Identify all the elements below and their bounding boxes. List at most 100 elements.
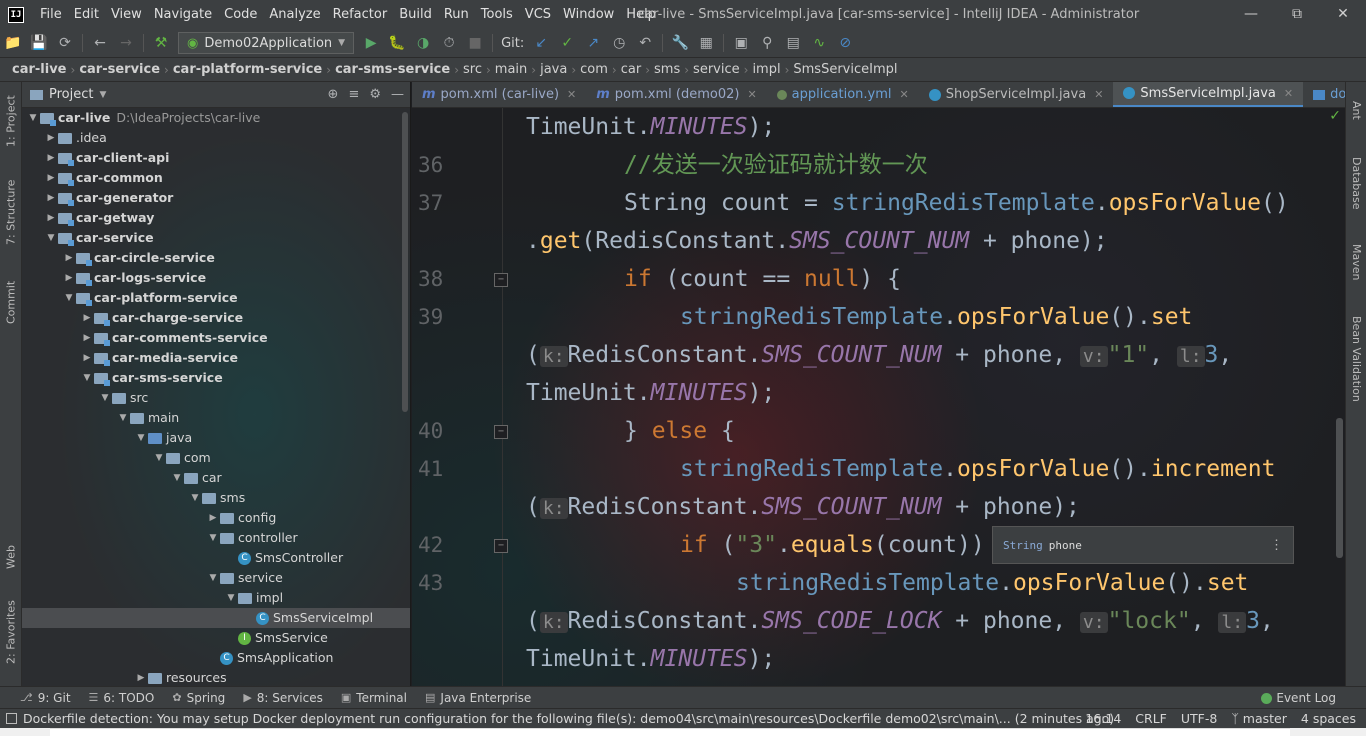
collapsed-arrow-icon[interactable]: ▶ — [80, 328, 94, 348]
status-message[interactable]: Dockerfile detection: You may setup Dock… — [23, 711, 1114, 726]
hide-icon[interactable]: — — [391, 82, 404, 108]
tool-window-button[interactable]: ☰ 6: TODO — [89, 691, 155, 705]
tree-item[interactable]: ▶ car-generator — [22, 188, 410, 208]
expanded-arrow-icon[interactable]: ▼ — [224, 588, 238, 608]
editor-tab[interactable]: SmsServiceImpl.java ✕ — [1113, 82, 1304, 107]
profile-icon[interactable]: ⏱ — [438, 32, 460, 54]
fold-marker-icon[interactable]: − — [494, 273, 508, 287]
stop-icon[interactable]: ■ — [464, 32, 486, 54]
tree-item[interactable]: ▶ car-comments-service — [22, 328, 410, 348]
coverage-icon[interactable]: ◑ — [412, 32, 434, 54]
git-update-icon[interactable]: ↙ — [530, 32, 552, 54]
settings-wrench-icon[interactable]: 🔧 — [669, 32, 691, 54]
git-rollback-icon[interactable]: ↶ — [634, 32, 656, 54]
forward-icon[interactable]: → — [115, 32, 137, 54]
restore-button[interactable]: ⧉ — [1274, 0, 1320, 29]
menu-item-navigate[interactable]: Navigate — [148, 0, 218, 29]
tree-item[interactable]: ▼ com — [22, 448, 410, 468]
tree-item[interactable]: ▶ car-charge-service — [22, 308, 410, 328]
tool-window-button[interactable]: ✿ Spring — [172, 691, 225, 705]
tree-item[interactable]: ▶ .idea — [22, 128, 410, 148]
line-separator[interactable]: CRLF — [1135, 709, 1167, 729]
menu-item-refactor[interactable]: Refactor — [327, 0, 394, 29]
indent-setting[interactable]: 4 spaces — [1301, 709, 1356, 729]
tab-project[interactable]: 1: Project — [0, 86, 22, 156]
breadcrumb-item[interactable]: impl — [748, 62, 784, 77]
tree-item[interactable]: ▶ config — [22, 508, 410, 528]
tool-window-button[interactable]: ▶ 8: Services — [243, 691, 323, 705]
expanded-arrow-icon[interactable]: ▼ — [44, 228, 58, 248]
inspection-ok-icon[interactable]: ✓ — [1329, 108, 1341, 124]
tree-item[interactable]: ▼ controller — [22, 528, 410, 548]
breadcrumb-item[interactable]: main — [491, 62, 531, 77]
locate-icon[interactable]: ⊕ — [328, 82, 339, 108]
breadcrumb-item[interactable]: car — [617, 62, 645, 77]
collapsed-arrow-icon[interactable]: ▶ — [134, 668, 148, 686]
presentation-icon[interactable]: ▤ — [782, 32, 804, 54]
tree-item[interactable]: ▼ sms — [22, 488, 410, 508]
open-folder-icon[interactable]: 📁 — [2, 32, 24, 54]
tree-item[interactable]: ▼ impl — [22, 588, 410, 608]
tree-item[interactable]: ▶ car-common — [22, 168, 410, 188]
tree-item[interactable]: ▶ car-media-service — [22, 348, 410, 368]
breadcrumb-item[interactable]: java — [536, 62, 571, 77]
tree-item[interactable]: ▶ car-client-api — [22, 148, 410, 168]
expanded-arrow-icon[interactable]: ▼ — [188, 488, 202, 508]
breadcrumb-item[interactable]: com — [576, 62, 612, 77]
fold-marker-icon[interactable]: − — [494, 425, 508, 439]
project-structure-icon[interactable]: ▦ — [695, 32, 717, 54]
no-entry-icon[interactable]: ⊘ — [834, 32, 856, 54]
menu-item-vcs[interactable]: VCS — [519, 0, 557, 29]
close-tab-icon[interactable]: ✕ — [747, 88, 756, 101]
tree-item[interactable]: ▼ src — [22, 388, 410, 408]
collapsed-arrow-icon[interactable]: ▶ — [44, 188, 58, 208]
collapsed-arrow-icon[interactable]: ▶ — [44, 168, 58, 188]
close-window-button[interactable]: ✕ — [1320, 0, 1366, 29]
tree-item[interactable]: ▼ car-sms-service — [22, 368, 410, 388]
tree-item[interactable]: ▼ java — [22, 428, 410, 448]
close-tab-icon[interactable]: ✕ — [1094, 88, 1103, 101]
code-editor[interactable]: ✓ 36 37 38 39 40 41 42 43 − − − TimeUnit… — [412, 108, 1345, 686]
collapsed-arrow-icon[interactable]: ▶ — [206, 508, 220, 528]
tab-structure[interactable]: 7: Structure — [0, 172, 22, 252]
close-tab-icon[interactable]: ✕ — [567, 88, 576, 101]
breadcrumb-item[interactable]: car-platform-service — [169, 62, 326, 77]
collapsed-arrow-icon[interactable]: ▶ — [62, 268, 76, 288]
editor-tab[interactable]: m pom.xml (demo02) ✕ — [586, 82, 766, 107]
tab-database[interactable]: Database — [1346, 148, 1366, 218]
editor-tab[interactable]: docker-compo⌄ — [1303, 82, 1345, 107]
breadcrumb-item[interactable]: car-sms-service — [331, 62, 454, 77]
tab-ant[interactable]: Ant — [1346, 90, 1366, 130]
tree-item[interactable]: ▼ car-platform-service — [22, 288, 410, 308]
collapsed-arrow-icon[interactable]: ▶ — [44, 148, 58, 168]
tree-item[interactable]: ▶ car-logs-service — [22, 268, 410, 288]
expanded-arrow-icon[interactable]: ▼ — [206, 568, 220, 588]
tree-item[interactable]: ▶ car-circle-service — [22, 248, 410, 268]
tool-window-button[interactable]: ▤ Java Enterprise — [425, 691, 531, 705]
menu-item-window[interactable]: Window — [557, 0, 620, 29]
project-scrollbar[interactable] — [402, 112, 408, 412]
tree-item[interactable]: ▶ car-getway — [22, 208, 410, 228]
breadcrumb-item[interactable]: car-live — [8, 62, 71, 77]
tree-item[interactable]: ▼ service — [22, 568, 410, 588]
git-push-icon[interactable]: ↗ — [582, 32, 604, 54]
editor-scrollbar[interactable] — [1336, 418, 1343, 558]
collapsed-arrow-icon[interactable]: ▶ — [80, 348, 94, 368]
file-encoding[interactable]: UTF-8 — [1181, 709, 1217, 729]
tab-favorites[interactable]: 2: Favorites — [0, 592, 22, 672]
git-branch[interactable]: ᛉ master — [1231, 709, 1287, 729]
expanded-arrow-icon[interactable]: ▼ — [80, 368, 94, 388]
menu-item-analyze[interactable]: Analyze — [263, 0, 326, 29]
menu-item-build[interactable]: Build — [393, 0, 438, 29]
tree-item[interactable]: ▼ main — [22, 408, 410, 428]
editor-tab[interactable]: application.yml ✕ — [767, 82, 919, 107]
close-tab-icon[interactable]: ✕ — [1284, 87, 1293, 100]
expanded-arrow-icon[interactable]: ▼ — [134, 428, 148, 448]
tree-item[interactable]: C SmsServiceImpl — [22, 608, 410, 628]
fold-marker-icon[interactable]: − — [494, 539, 508, 553]
menu-item-view[interactable]: View — [105, 0, 148, 29]
back-icon[interactable]: ← — [89, 32, 111, 54]
menu-item-tools[interactable]: Tools — [475, 0, 519, 29]
sync-icon[interactable]: ⟳ — [54, 32, 76, 54]
chevron-down-icon[interactable]: ▼ — [99, 90, 106, 100]
